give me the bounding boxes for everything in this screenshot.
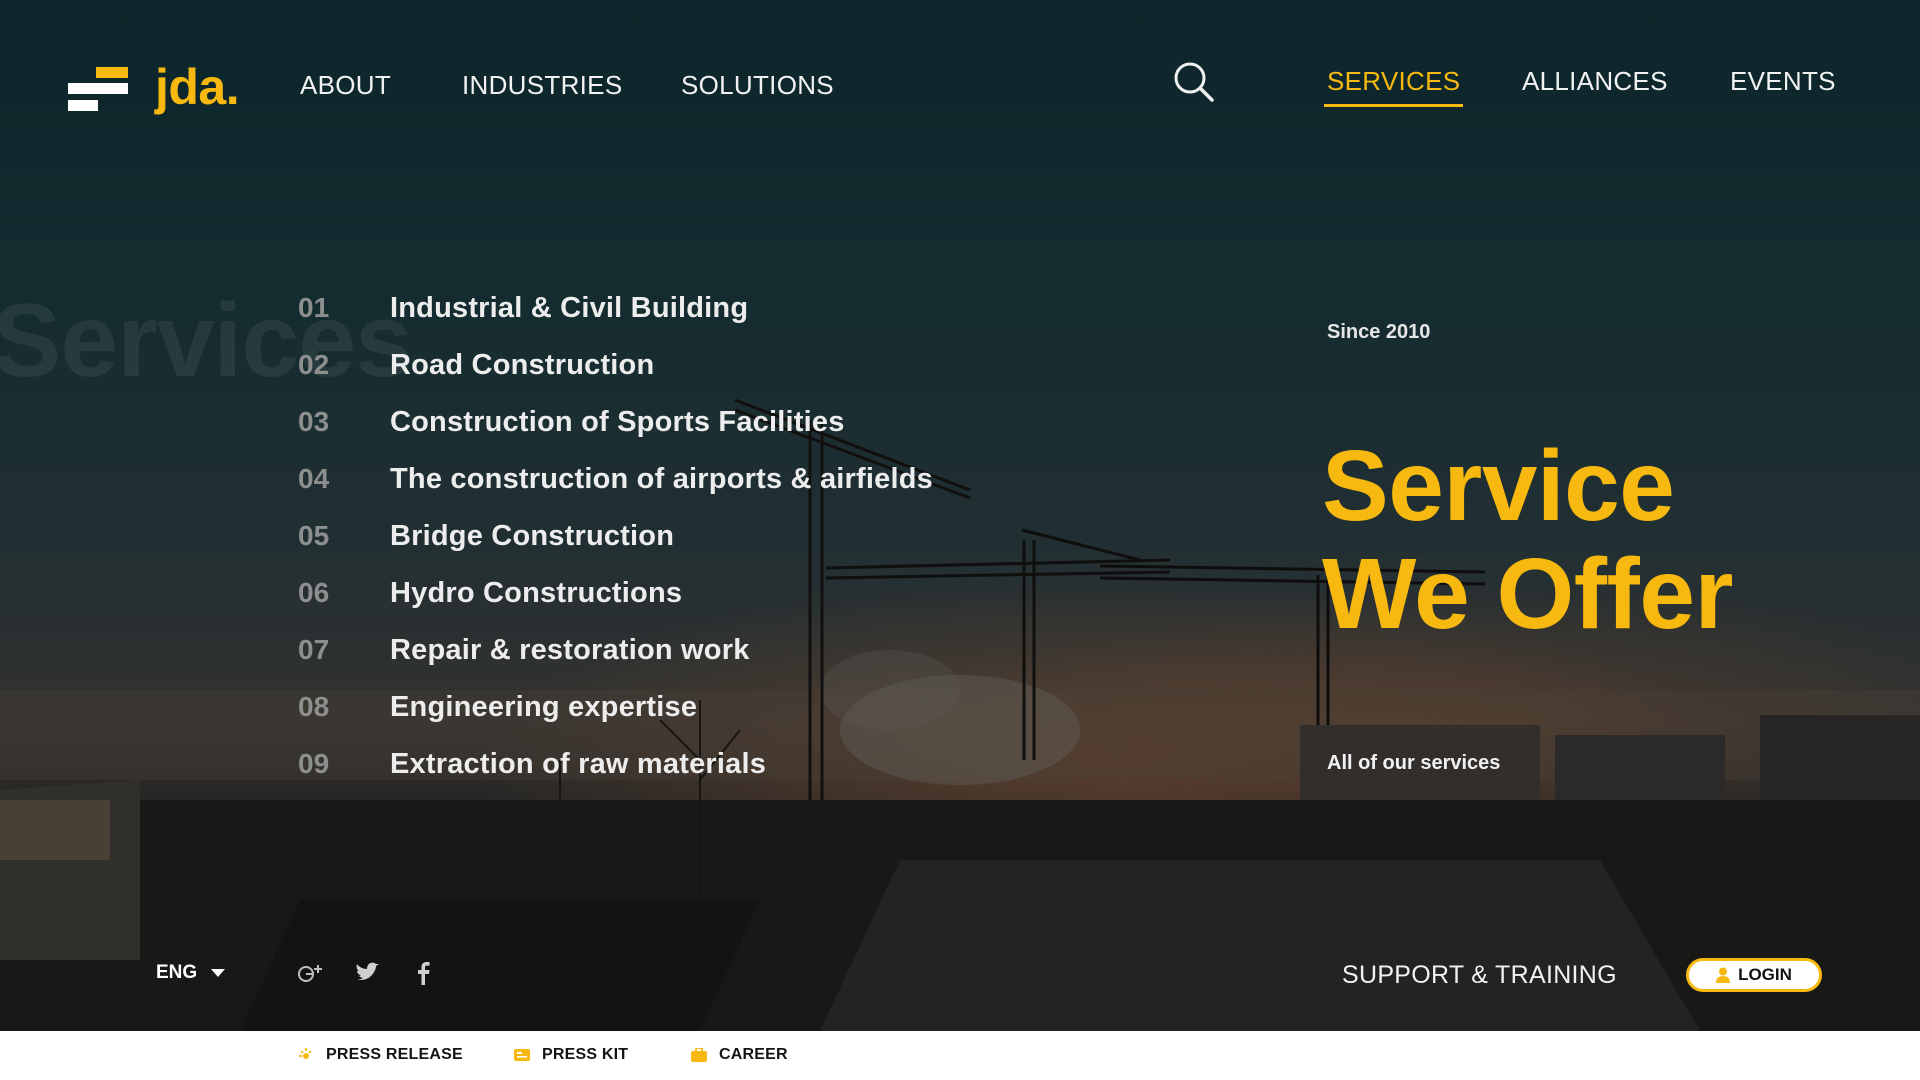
service-item[interactable]: 02 Road Construction [298, 345, 654, 385]
press-kit-link[interactable]: PRESS KIT [514, 1046, 628, 1064]
chevron-down-icon [211, 969, 226, 977]
service-number: 07 [298, 634, 330, 665]
service-title: Road Construction [390, 348, 655, 381]
nav-industries[interactable]: INDUSTRIES [462, 70, 622, 101]
support-training-link[interactable]: SUPPORT & TRAINING [1342, 961, 1617, 990]
service-item[interactable]: 08 Engineering expertise [298, 687, 697, 727]
facebook-icon[interactable] [410, 959, 438, 987]
service-number: 06 [298, 577, 330, 608]
nav-services[interactable]: SERVICES [1323, 66, 1464, 107]
nav-about[interactable]: ABOUT [300, 70, 391, 101]
career-label: CAREER [719, 1046, 788, 1063]
nav-alliances[interactable]: ALLIANCES [1522, 66, 1668, 97]
service-item[interactable]: 05 Bridge Construction [298, 516, 674, 556]
bottom-link-bar [0, 1031, 1920, 1080]
press-kit-label: PRESS KIT [542, 1046, 629, 1063]
nav-solutions[interactable]: SOLUTIONS [681, 70, 834, 101]
service-item[interactable]: 07 Repair & restoration work [298, 630, 750, 670]
service-number: 03 [298, 406, 330, 437]
login-button[interactable]: LOGIN [1686, 958, 1822, 992]
headline-line-2: We Offer [1322, 538, 1733, 650]
service-item[interactable]: 06 Hydro Constructions [298, 573, 682, 613]
service-title: Industrial & Civil Building [390, 291, 749, 324]
login-label: LOGIN [1738, 965, 1792, 984]
service-number: 01 [298, 292, 330, 323]
service-item[interactable]: 01 Industrial & Civil Building [298, 288, 748, 328]
since-label: Since 2010 [1327, 321, 1431, 343]
service-number: 04 [298, 463, 330, 494]
newspaper-icon [514, 1049, 530, 1061]
briefcase-icon [691, 1048, 707, 1062]
megaphone-icon [299, 1048, 312, 1059]
nav-events[interactable]: EVENTS [1730, 66, 1836, 97]
language-selector[interactable]: ENG [156, 962, 226, 984]
all-services-link[interactable]: All of our services [1327, 752, 1500, 775]
service-item[interactable]: 04 The construction of airports & airfie… [298, 459, 933, 499]
service-title: Extraction of raw materials [390, 747, 767, 780]
service-title: Construction of Sports Facilities [390, 405, 845, 438]
press-release-link[interactable]: PRESS RELEASE [298, 1046, 463, 1064]
press-release-label: PRESS RELEASE [326, 1046, 463, 1063]
twitter-icon[interactable] [353, 959, 381, 987]
service-number: 08 [298, 691, 330, 722]
service-number: 05 [298, 520, 330, 551]
headline-line-1: Service [1322, 430, 1675, 542]
user-icon [1716, 967, 1731, 983]
language-label: ENG [156, 962, 198, 983]
service-title: Hydro Constructions [390, 576, 683, 609]
service-item[interactable]: 09 Extraction of raw materials [298, 744, 766, 784]
headline: Service We Offer [1322, 432, 1733, 648]
service-title: Engineering expertise [390, 690, 698, 723]
service-title: The construction of airports & airfields [390, 462, 933, 495]
service-number: 09 [298, 748, 330, 779]
logo-icon[interactable] [68, 67, 128, 113]
search-icon[interactable] [1172, 60, 1216, 104]
career-link[interactable]: CAREER [691, 1046, 788, 1064]
google-plus-icon[interactable] [296, 959, 324, 987]
service-number: 02 [298, 349, 330, 380]
service-title: Bridge Construction [390, 519, 675, 552]
service-title: Repair & restoration work [390, 633, 750, 666]
logo-text[interactable]: jda. [155, 58, 240, 116]
service-item[interactable]: 03 Construction of Sports Facilities [298, 402, 845, 442]
